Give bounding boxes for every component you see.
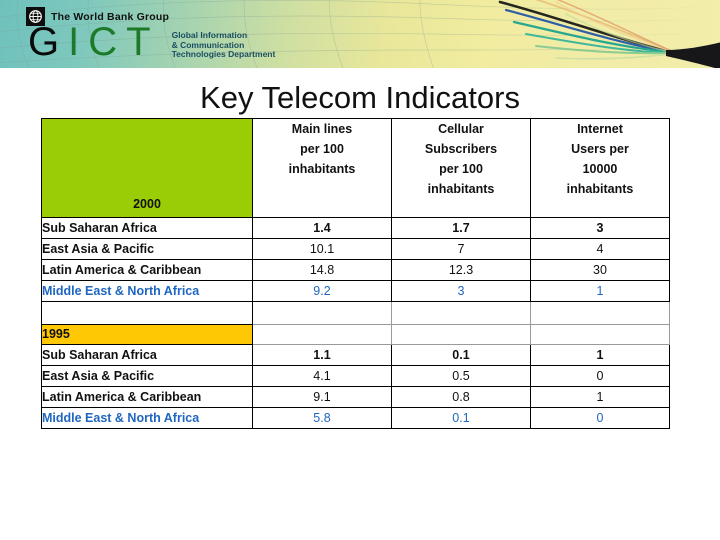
internet-value: 1 — [530, 280, 670, 302]
cellular-line-3: per 100 — [439, 162, 483, 176]
indicators-table-container: 2000 Main lines per 100 inhabitants Cell… — [41, 118, 670, 429]
region-label: Middle East & North Africa — [41, 407, 253, 429]
cellular-line-2: Subscribers — [424, 142, 498, 156]
internet-value: 4 — [530, 238, 670, 260]
region-label: Latin America & Caribbean — [41, 386, 253, 408]
year-1995-blank-cell — [252, 324, 392, 345]
gict-letter-t: T — [126, 20, 160, 64]
gict-letter-i: I — [68, 20, 89, 64]
main-lines-value: 1.4 — [252, 217, 392, 239]
year-2000-cell: 2000 — [41, 118, 253, 218]
section-spacer-row — [41, 301, 670, 325]
cellular-value: 0.1 — [391, 344, 531, 366]
table-row: Middle East & North Africa 5.8 0.1 0 — [41, 407, 670, 429]
table-row: East Asia & Pacific 4.1 0.5 0 — [41, 365, 670, 387]
main-lines-line-1: Main lines — [291, 122, 353, 136]
year-1995-blank-cell — [391, 324, 531, 345]
main-lines-value: 5.8 — [252, 407, 392, 429]
spacer-cell — [391, 301, 531, 325]
gict-logo: GICT Global Information & Communication … — [28, 22, 275, 62]
main-lines-value: 9.1 — [252, 386, 392, 408]
table-row: Sub Saharan Africa 1.4 1.7 3 — [41, 217, 670, 239]
internet-value: 1 — [530, 344, 670, 366]
internet-line-1: Internet — [577, 122, 623, 136]
region-label: Middle East & North Africa — [41, 280, 253, 302]
main-lines-value: 4.1 — [252, 365, 392, 387]
internet-value: 0 — [530, 365, 670, 387]
year-1995-row: 1995 — [41, 324, 670, 345]
page-title: Key Telecom Indicators — [200, 80, 520, 115]
column-header-cellular: Cellular Subscribers per 100 inhabitants — [391, 118, 531, 218]
region-label: East Asia & Pacific — [41, 365, 253, 387]
table-row: Middle East & North Africa 9.2 3 1 — [41, 280, 670, 302]
table-row: East Asia & Pacific 10.1 7 4 — [41, 238, 670, 260]
region-label: Latin America & Caribbean — [41, 259, 253, 281]
cellular-line-4: inhabitants — [427, 182, 495, 196]
cellular-value: 0.5 — [391, 365, 531, 387]
department-subtitle: Global Information & Communication Techn… — [171, 30, 276, 60]
year-1995-blank-cell — [530, 324, 670, 345]
cellular-value: 12.3 — [391, 259, 531, 281]
internet-value: 1 — [530, 386, 670, 408]
cellular-value: 0.8 — [391, 386, 531, 408]
spacer-cell — [41, 301, 253, 325]
cellular-value: 1.7 — [391, 217, 531, 239]
internet-value: 30 — [530, 259, 670, 281]
region-label: Sub Saharan Africa — [41, 217, 253, 239]
main-lines-value: 14.8 — [252, 259, 392, 281]
table-header-row: 2000 Main lines per 100 inhabitants Cell… — [41, 118, 670, 218]
gict-letter-c: C — [88, 20, 127, 64]
main-lines-value: 9.2 — [252, 280, 392, 302]
year-2000-label: 2000 — [133, 197, 161, 211]
cellular-line-1: Cellular — [438, 122, 484, 136]
internet-value: 0 — [530, 407, 670, 429]
fiber-optic-cable-image — [470, 0, 720, 68]
table-row: Latin America & Caribbean 9.1 0.8 1 — [41, 386, 670, 408]
department-line-3: Technologies Department — [171, 49, 276, 59]
internet-line-2: Users per — [571, 142, 629, 156]
main-lines-line-3: inhabitants — [288, 162, 356, 176]
spacer-cell — [530, 301, 670, 325]
cellular-value: 7 — [391, 238, 531, 260]
gict-acronym: GICT — [28, 22, 160, 62]
cellular-value: 3 — [391, 280, 531, 302]
table-row: Latin America & Caribbean 14.8 12.3 30 — [41, 259, 670, 281]
internet-value: 3 — [530, 217, 670, 239]
column-header-internet: Internet Users per 10000 inhabitants — [530, 118, 670, 218]
spacer-cell — [252, 301, 392, 325]
region-label: Sub Saharan Africa — [41, 344, 253, 366]
main-lines-value: 10.1 — [252, 238, 392, 260]
cellular-value: 0.1 — [391, 407, 531, 429]
year-1995-label: 1995 — [41, 324, 253, 345]
table-row: Sub Saharan Africa 1.1 0.1 1 — [41, 344, 670, 366]
internet-line-3: 10000 — [582, 162, 618, 176]
region-label: East Asia & Pacific — [41, 238, 253, 260]
main-lines-value: 1.1 — [252, 344, 392, 366]
key-telecom-indicators-table: 2000 Main lines per 100 inhabitants Cell… — [41, 118, 670, 429]
column-header-main-lines: Main lines per 100 inhabitants — [252, 118, 392, 218]
header-banner: The World Bank Group GICT Global Informa… — [0, 0, 720, 68]
main-lines-line-2: per 100 — [300, 142, 344, 156]
gict-letter-g: G — [28, 20, 69, 64]
internet-line-4: inhabitants — [566, 182, 634, 196]
